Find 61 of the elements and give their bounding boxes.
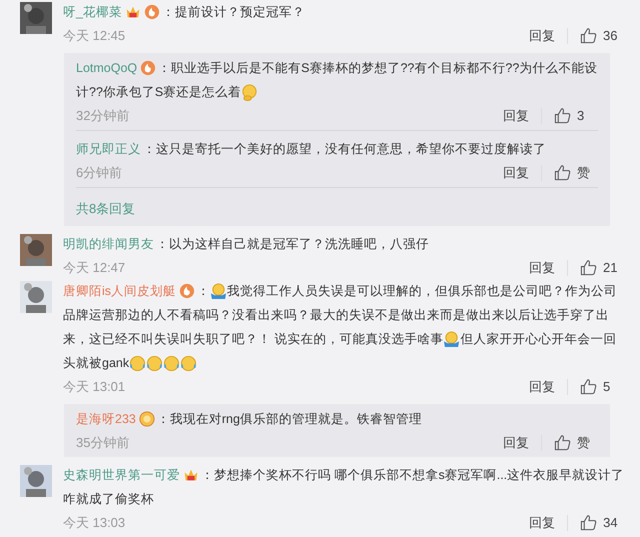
like-button[interactable]: 36: [580, 26, 624, 46]
laughing-emoji-icon: [180, 354, 198, 372]
reply-button[interactable]: 回复: [503, 106, 529, 126]
like-button[interactable]: 赞: [554, 432, 598, 452]
flame-badge-icon: [179, 283, 196, 299]
comment-text: 品牌运营那边的人不看稿吗？没看出来吗？最大的失误不是做出来而是做出来以后让选手穿了出: [63, 307, 609, 324]
thumbs-up-icon: [580, 259, 597, 276]
comment-text: 头就被gank: [63, 355, 130, 372]
thumbs-up-icon: [554, 434, 571, 451]
timestamp: 今天 13:01: [63, 378, 126, 396]
crown-badge-icon: [183, 467, 199, 483]
like-button[interactable]: 21: [580, 258, 624, 278]
colon: ：: [201, 467, 214, 484]
colon: ：: [162, 4, 175, 21]
timestamp: 今天 13:03: [63, 514, 126, 532]
shrug-emoji-icon: [443, 330, 460, 348]
colon: ：: [156, 411, 170, 428]
comment-text: 计??你承包了S赛还是怎么着: [76, 84, 242, 101]
thumbs-up-icon: [554, 107, 571, 124]
laughing-emoji-icon: [146, 354, 164, 372]
comment-text: 这只是寄托一个美好的愿望，没有任何意思，希望你不要过度解读了: [156, 141, 546, 158]
reply-button[interactable]: 回复: [529, 512, 556, 532]
flame-badge-icon: [140, 60, 156, 76]
reply-button[interactable]: 回复: [529, 26, 555, 46]
timestamp: 35分钟前: [76, 434, 130, 452]
laughing-emoji-icon: [129, 354, 146, 372]
timestamp: 6分钟前: [76, 164, 124, 182]
timestamp: 32分钟前: [76, 106, 130, 125]
thumbs-up-icon: [580, 514, 598, 531]
reply-button[interactable]: 回复: [503, 162, 529, 182]
comment-text: 梦想捧个奖杯不行吗 哪个俱乐部不想拿s赛冠军啊...这件衣服早就设计了: [214, 467, 624, 484]
colon: ：: [158, 60, 172, 77]
reply-button[interactable]: 回复: [529, 376, 555, 396]
like-button[interactable]: 34: [580, 512, 624, 532]
comment-text: 我觉得工作人员失误是可以理解的，但俱乐部也是公司吧？作为公司: [227, 283, 618, 300]
crown-badge-icon: [124, 4, 141, 20]
comment-text: 但人家开开心心开年会一回: [460, 331, 616, 348]
colon: ：: [156, 236, 169, 253]
comment-text: 提前设计？预定冠军？: [174, 4, 305, 21]
thumbs-up-icon: [554, 164, 571, 181]
thumbs-up-icon: [580, 27, 597, 44]
comment-text: 职业选手以后是不能有S赛捧杯的梦想了??有个目标都不行??为什么不能设: [171, 60, 598, 77]
timestamp: 今天 12:47: [63, 258, 126, 277]
thumbs-up-icon: [580, 378, 597, 395]
like-button[interactable]: 赞: [554, 162, 598, 182]
comment-text: 以为这样自己就是冠军了？洗洗睡吧，八强仔: [169, 236, 429, 253]
colon: ：: [143, 141, 156, 158]
thinking-emoji-icon: [241, 84, 258, 100]
comment-text: 来，这已经不叫失误叫失职了吧？！ 说实在的，可能真没选手啥事: [63, 331, 444, 348]
reply-button[interactable]: 回复: [529, 258, 555, 278]
comment-text: 我现在对rng俱乐部的管理就是。铁睿智管理: [170, 411, 422, 428]
shrug-emoji-icon: [210, 282, 228, 300]
colon: ：: [197, 283, 210, 300]
medal-badge-icon: [138, 411, 155, 427]
like-button[interactable]: 5: [580, 376, 624, 396]
like-button[interactable]: 3: [554, 106, 598, 126]
comment-text: 咋就成了偷奖杯: [63, 491, 154, 508]
laughing-emoji-icon: [163, 354, 180, 372]
reply-button[interactable]: 回复: [503, 432, 529, 452]
flame-badge-icon: [144, 4, 160, 20]
timestamp: 今天 12:45: [63, 26, 126, 45]
